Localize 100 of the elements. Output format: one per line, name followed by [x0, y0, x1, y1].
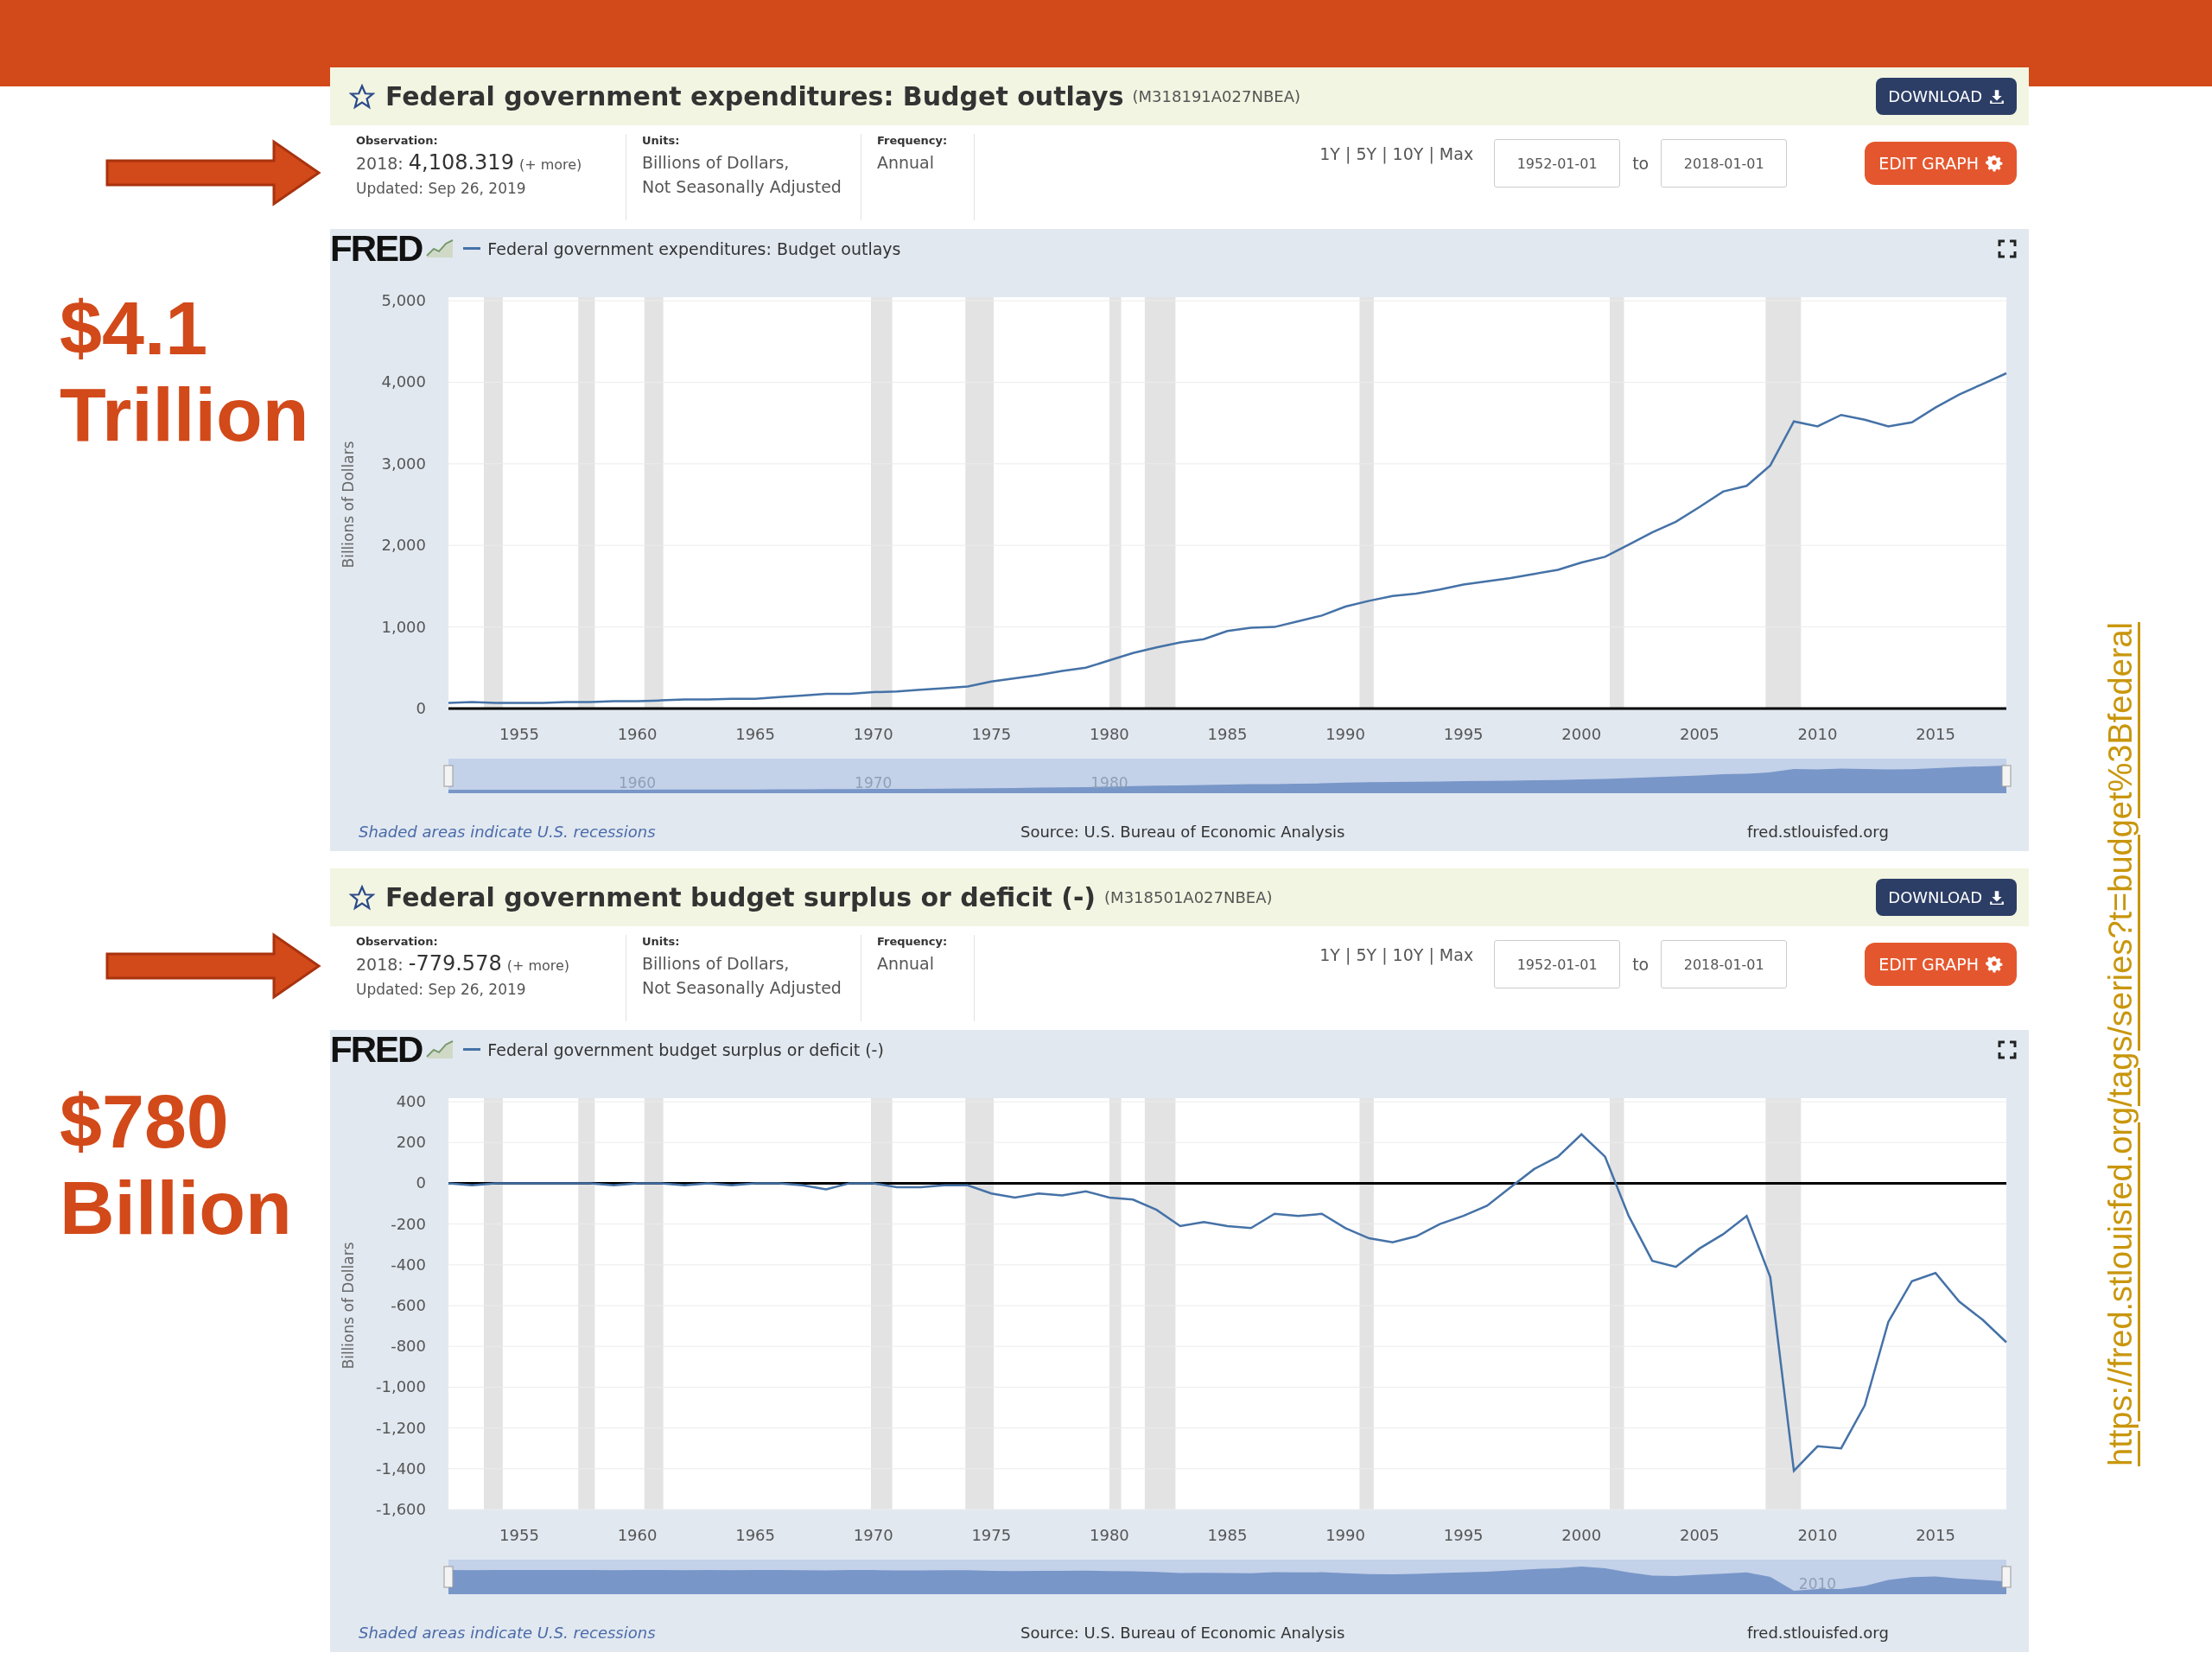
y-tick-label: -600 — [391, 1296, 426, 1314]
x-tick-label: 2015 — [1916, 1526, 1955, 1544]
download-icon — [1989, 88, 2005, 105]
y-tick-label: 5,000 — [381, 291, 426, 309]
y-axis-label: Billions of Dollars — [340, 1242, 357, 1370]
y-tick-label: -400 — [391, 1255, 426, 1274]
y-tick-label: -200 — [391, 1214, 426, 1233]
x-tick-label: 1990 — [1325, 725, 1365, 743]
series-id: (M318191A027NBEA) — [1132, 87, 1300, 105]
legend-label: Federal government budget surplus or deficit (-) — [487, 1039, 884, 1059]
x-tick-label: 1970 — [853, 725, 893, 743]
chart-icon — [425, 238, 455, 259]
fullscreen-icon[interactable] — [1998, 238, 2017, 258]
x-tick-label: 2000 — [1561, 725, 1602, 743]
recession-note[interactable]: Shaded areas indicate U.S. recessions — [359, 823, 1020, 841]
recession-note[interactable]: Shaded areas indicate U.S. recessions — [359, 1624, 1020, 1642]
to-label: to — [1632, 955, 1649, 974]
legend-label: Federal government expenditures: Budget outlays — [487, 238, 901, 258]
x-tick-label: 1980 — [1090, 1526, 1129, 1544]
x-tick-label: 1995 — [1443, 725, 1484, 743]
observation-value: 4,108.319 — [408, 150, 514, 175]
x-tick-label: 1975 — [971, 725, 1012, 743]
frequency-value: Annual — [876, 953, 935, 975]
observation-value: -779.578 — [408, 951, 502, 976]
star-icon[interactable] — [349, 884, 375, 911]
more-link[interactable]: (+ more) — [506, 957, 570, 974]
units-label: Units: — [642, 134, 681, 147]
x-tick-label: 2005 — [1679, 725, 1719, 743]
frequency-value: Annual — [876, 152, 935, 174]
x-tick-label: 1985 — [1207, 1526, 1248, 1544]
x-tick-label: 1955 — [499, 725, 539, 743]
series-id: (M318501A027NBEA) — [1104, 888, 1273, 906]
x-tick-label: 1975 — [971, 1526, 1012, 1544]
edit-graph-button[interactable]: EDIT GRAPH — [1865, 943, 2017, 986]
y-axis-label: Billions of Dollars — [340, 441, 357, 569]
x-tick-label: 1960 — [617, 1526, 658, 1544]
range-links[interactable]: 1Y | 5Y | 10Y | Max — [1319, 945, 1474, 964]
x-tick-label: 2010 — [1797, 725, 1838, 743]
fullscreen-icon[interactable] — [1998, 1039, 2017, 1059]
x-tick-label: 1965 — [735, 1526, 776, 1544]
x-tick-label: 2015 — [1916, 725, 1955, 743]
more-link[interactable]: (+ more) — [518, 156, 582, 173]
observation-date: 2018: — [356, 154, 404, 173]
settings-icon — [1986, 155, 2003, 172]
observation-label: Observation: — [356, 134, 439, 147]
site-link[interactable]: fred.stlouisfed.org — [1747, 823, 1889, 841]
x-tick-label: 1985 — [1207, 725, 1248, 743]
frequency-label: Frequency: — [876, 935, 949, 948]
x-tick-label: 2010 — [1797, 1526, 1838, 1544]
x-tick-label: 1990 — [1325, 1526, 1365, 1544]
x-tick-label: 2000 — [1561, 1526, 1602, 1544]
series-title: Federal government budget surplus or deficit (-) — [385, 882, 1096, 912]
y-tick-label: 0 — [416, 699, 426, 717]
callout-text: $780 Billion — [60, 1078, 293, 1251]
logo: FRED — [330, 1028, 423, 1071]
y-tick-label: 200 — [396, 1133, 426, 1152]
legend-line — [463, 247, 481, 250]
source-text: Source: U.S. Bureau of Economic Analysis — [1020, 1624, 1346, 1642]
units-value: Not Seasonally Adjusted — [642, 176, 842, 198]
x-tick-label: 1965 — [735, 725, 776, 743]
site-link[interactable]: fred.stlouisfed.org — [1747, 1624, 1889, 1642]
y-tick-label: -1,200 — [375, 1418, 426, 1437]
units-value: Not Seasonally Adjusted — [642, 977, 842, 999]
download-button[interactable]: DOWNLOAD — [1876, 879, 2017, 916]
updated-date: Updated: Sep 26, 2019 — [356, 981, 527, 998]
to-label: to — [1632, 154, 1649, 173]
y-tick-label: 3,000 — [381, 454, 426, 473]
start-date-field[interactable]: 1952-01-01 — [1494, 940, 1621, 988]
units-value: Billions of Dollars, — [642, 953, 791, 975]
download-button[interactable]: DOWNLOAD — [1876, 78, 2017, 115]
x-tick-label: 1970 — [853, 1526, 893, 1544]
x-tick-label: 1960 — [617, 725, 658, 743]
end-date-field[interactable]: 2018-01-01 — [1661, 940, 1788, 988]
units-value: Billions of Dollars, — [642, 152, 791, 174]
units-label: Units: — [642, 935, 681, 948]
updated-date: Updated: Sep 26, 2019 — [356, 180, 527, 197]
y-tick-label: 0 — [416, 1173, 426, 1192]
y-tick-label: 4,000 — [381, 372, 426, 391]
start-date-field[interactable]: 1952-01-01 — [1494, 139, 1621, 188]
y-tick-label: 400 — [396, 1092, 426, 1110]
y-tick-label: -1,600 — [375, 1500, 426, 1518]
callout-text: $4.1 Trillion — [60, 285, 310, 458]
observation-label: Observation: — [356, 935, 439, 948]
x-tick-label: 2005 — [1679, 1526, 1719, 1544]
y-tick-label: -800 — [391, 1337, 426, 1356]
edit-graph-button[interactable]: EDIT GRAPH — [1865, 142, 2017, 185]
frequency-label: Frequency: — [876, 134, 949, 147]
x-tick-label: 1955 — [499, 1526, 539, 1544]
x-tick-label: 1995 — [1443, 1526, 1484, 1544]
legend-line — [463, 1048, 481, 1051]
series-title: Federal government expenditures: Budget outlays — [385, 81, 1124, 111]
y-tick-label: 1,000 — [381, 617, 426, 636]
star-icon[interactable] — [349, 83, 375, 110]
y-tick-label: 2,000 — [381, 536, 426, 555]
y-tick-label: -1,000 — [375, 1377, 426, 1396]
chart-icon — [425, 1039, 455, 1060]
source-text: Source: U.S. Bureau of Economic Analysis — [1020, 823, 1346, 841]
range-links[interactable]: 1Y | 5Y | 10Y | Max — [1319, 144, 1474, 163]
settings-icon — [1986, 956, 2003, 973]
end-date-field[interactable]: 2018-01-01 — [1661, 139, 1788, 188]
